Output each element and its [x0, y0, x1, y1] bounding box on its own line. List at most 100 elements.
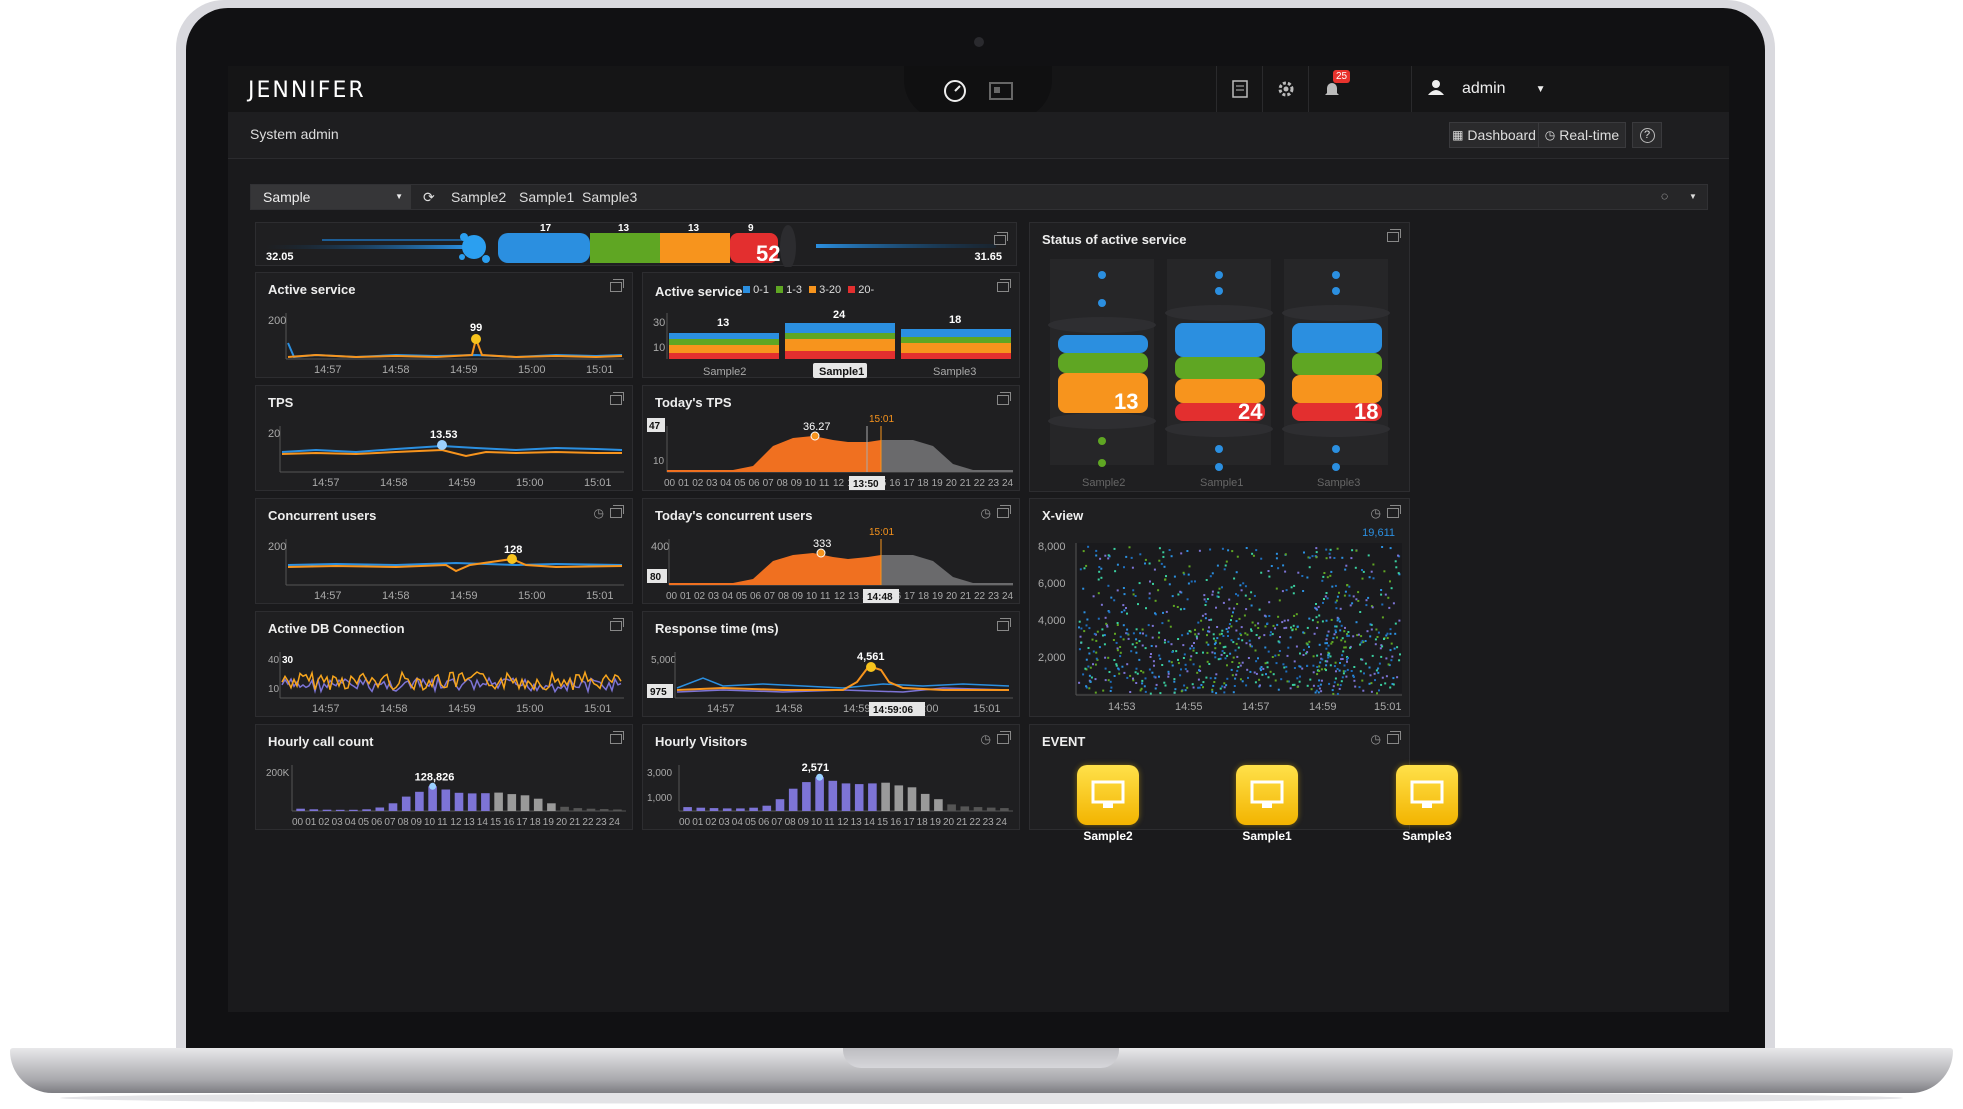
xview-point — [1157, 589, 1160, 592]
xview-point — [1148, 562, 1151, 565]
document-icon[interactable] — [1216, 66, 1263, 112]
xview-point — [1108, 611, 1111, 614]
help-button[interactable]: ? — [1632, 122, 1662, 148]
event-item-sample1[interactable]: Sample1 — [1236, 765, 1298, 843]
maximize-icon[interactable] — [994, 232, 1008, 245]
xview-point — [1085, 624, 1088, 627]
dashboard-button[interactable]: ▦ Dashboard — [1449, 122, 1539, 148]
xview-point — [1210, 618, 1213, 621]
x-tick: 14:58 — [382, 364, 410, 376]
xview-point — [1211, 572, 1214, 575]
bell-icon[interactable]: 25 — [1308, 66, 1355, 112]
instance-tab-sample3[interactable]: Sample3 — [582, 189, 637, 205]
xview-point — [1308, 645, 1310, 648]
xview-point — [1132, 632, 1135, 635]
x-tick: 15:01 — [1374, 701, 1402, 713]
hour-tick: 21 — [956, 817, 968, 828]
x-tick: 15:00 — [516, 703, 544, 715]
event-item-sample2[interactable]: Sample2 — [1077, 765, 1139, 843]
xview-point — [1226, 654, 1229, 657]
xview-point — [1183, 684, 1186, 687]
user-menu[interactable]: admin ▼ — [1411, 66, 1562, 112]
realtime-view-icon[interactable] — [988, 78, 1014, 104]
xview-point — [1078, 620, 1081, 623]
xview-point — [1235, 593, 1237, 596]
xview-point — [1308, 566, 1311, 569]
xview-point — [1367, 554, 1370, 557]
instance-select[interactable]: Sample ▼ — [251, 185, 411, 209]
maximize-icon[interactable] — [1387, 731, 1401, 744]
xview-point — [1251, 645, 1253, 648]
xview-point — [1196, 637, 1198, 640]
gear-icon[interactable] — [1262, 66, 1309, 112]
hour-tick: 00 — [666, 591, 678, 602]
x-tick: 14:53 — [1108, 701, 1136, 713]
xview-point — [1348, 585, 1351, 588]
refresh-icon[interactable]: ⟳ — [423, 189, 435, 206]
bar — [507, 794, 517, 811]
xview-point — [1346, 633, 1348, 636]
xview-point — [1317, 691, 1320, 694]
xview-point — [1272, 624, 1275, 627]
xview-point — [1357, 599, 1360, 602]
xview-point — [1306, 651, 1309, 654]
xview-point — [1137, 603, 1139, 606]
bar — [309, 809, 319, 811]
comment-icon[interactable]: ◌ — [1661, 189, 1668, 203]
xview-point — [1126, 632, 1129, 635]
bar — [947, 804, 956, 811]
xview-point — [1274, 654, 1277, 657]
xview-point — [1231, 661, 1234, 663]
xview-point — [1135, 651, 1138, 654]
xview-point — [1253, 594, 1256, 597]
x-tick: 14:55 — [1175, 701, 1203, 713]
chevron-down-icon[interactable]: ▼ — [1689, 192, 1697, 201]
event-item-sample3[interactable]: Sample3 — [1396, 765, 1458, 843]
xview-point — [1147, 624, 1150, 627]
xview-point — [1119, 651, 1122, 654]
app-logo[interactable]: JENNIFER — [248, 78, 366, 103]
x-tick: 15:01 — [586, 364, 614, 376]
xview-point — [1209, 677, 1212, 680]
hour-tick: 13 — [851, 817, 863, 828]
xview-point — [1201, 614, 1204, 617]
xview-point — [1211, 590, 1214, 593]
xview-point — [1389, 628, 1392, 631]
history-icon[interactable]: ◷ — [1371, 732, 1381, 746]
xview-point — [1386, 632, 1389, 635]
xview-point — [1325, 664, 1328, 667]
xview-point — [1361, 577, 1364, 580]
xview-point — [1394, 632, 1397, 635]
xview-point — [1088, 674, 1091, 677]
xview-point — [1329, 664, 1332, 667]
bar-group-sample1 — [785, 323, 895, 359]
hour-tick: 24 — [1002, 478, 1014, 489]
xview-point — [1217, 591, 1220, 594]
xview-point — [1140, 670, 1143, 672]
xview-point — [1182, 571, 1185, 574]
y-tick: 10 — [268, 684, 280, 695]
xview-point — [1271, 656, 1274, 658]
xview-point — [1281, 590, 1284, 593]
dashboard-gauge-icon[interactable] — [942, 78, 968, 104]
xview-point — [1360, 641, 1363, 644]
xview-point — [1343, 594, 1346, 597]
xview-point — [1329, 574, 1332, 577]
instance-tab-sample2[interactable]: Sample2 — [451, 189, 506, 205]
xview-point — [1095, 554, 1098, 557]
xview-point — [1312, 671, 1315, 674]
xview-point — [1397, 572, 1400, 575]
xview-point — [1179, 590, 1182, 593]
xview-point — [1346, 634, 1349, 637]
xview-point — [1227, 549, 1230, 552]
hour-tick: 07 — [771, 817, 783, 828]
xview-point — [1374, 638, 1377, 641]
xview-point — [1237, 666, 1240, 668]
instance-tab-sample1[interactable]: Sample1 — [519, 189, 574, 205]
realtime-button[interactable]: ◷ Real-time — [1538, 122, 1626, 148]
xview-point — [1150, 653, 1152, 655]
xview-point — [1327, 656, 1330, 659]
y-tick: 8,000 — [1038, 541, 1066, 553]
xview-point — [1373, 672, 1376, 675]
bar — [722, 808, 732, 811]
